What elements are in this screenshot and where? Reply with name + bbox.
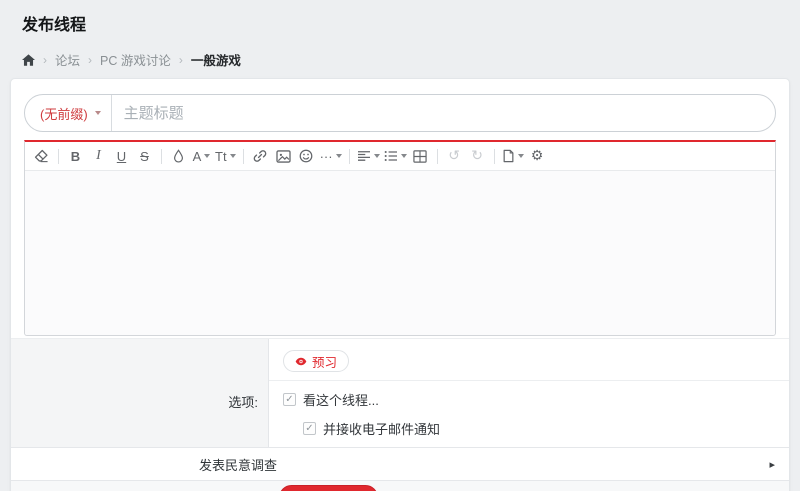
strikethrough-button[interactable]: S	[133, 145, 156, 168]
email-notify-option: 并接收电子邮件通知	[303, 419, 775, 438]
breadcrumb-separator: ›	[179, 53, 183, 67]
toolbar-separator	[243, 149, 244, 164]
preview-row-label-cell	[11, 339, 269, 380]
breadcrumb-item-general-games[interactable]: 一般游戏	[191, 50, 241, 69]
italic-button[interactable]: I	[87, 145, 110, 168]
chevron-right-icon: ▸	[769, 458, 775, 471]
breadcrumb-item-forums[interactable]: 论坛	[55, 50, 80, 69]
options-row: 选项: 看这个线程... 并接收电子邮件通知	[11, 380, 789, 447]
email-notify-label[interactable]: 并接收电子邮件通知	[323, 419, 440, 438]
toolbar-separator	[58, 149, 59, 164]
page-title: 发布线程	[22, 11, 778, 35]
options-main-cell: 看这个线程... 并接收电子邮件通知	[269, 380, 789, 447]
drafts-button[interactable]	[500, 145, 526, 168]
preview-link[interactable]: 预习	[390, 488, 433, 491]
watch-thread-label[interactable]: 看这个线程...	[303, 390, 379, 409]
home-icon[interactable]	[22, 54, 35, 66]
insert-table-button[interactable]	[409, 145, 432, 168]
chevron-down-icon	[95, 111, 101, 115]
preview-row: 预习	[11, 339, 789, 380]
rich-text-editor: B I U S A Tt	[24, 140, 776, 336]
page-header: 发布线程 › 论坛 › PC 游戏讨论 › 一般游戏	[0, 0, 800, 69]
undo-button[interactable]: ↺	[443, 145, 466, 168]
prefix-dropdown-label: (无前缀)	[40, 104, 88, 123]
drafts-icon	[502, 149, 515, 163]
editor-toolbar: B I U S A Tt	[25, 142, 775, 171]
bullet-list-icon	[384, 150, 398, 162]
preview-button[interactable]: 预习	[283, 350, 349, 372]
breadcrumb-separator: ›	[88, 53, 92, 67]
post-thread-button[interactable]: 发布线程	[279, 485, 378, 491]
thread-title-row: (无前缀)	[24, 94, 776, 132]
insert-image-button[interactable]	[272, 145, 295, 168]
form-rows: 预习 选项: 看这个线程... 并接收电子邮件通知 发表民意调查 ▸	[11, 338, 789, 491]
preview-row-main-cell: 预习	[269, 339, 789, 380]
list-button[interactable]	[382, 145, 409, 168]
submit-row: 发布线程 预习	[11, 481, 789, 491]
image-icon	[276, 150, 291, 163]
text-size-button[interactable]: Tt	[213, 145, 238, 168]
post-thread-card: (无前缀) B I U S A	[10, 78, 790, 491]
toolbar-separator	[437, 149, 438, 164]
preview-link-label: 预习	[407, 488, 433, 491]
more-options-button[interactable]: ···	[318, 145, 344, 168]
chevron-down-icon	[336, 154, 342, 158]
post-poll-label: 发表民意调查	[199, 455, 277, 474]
post-poll-toggle[interactable]: 发表民意调查 ▸	[11, 447, 789, 481]
preview-button-label: 预习	[312, 352, 337, 371]
redo-button[interactable]: ↻	[466, 145, 489, 168]
smiley-icon	[299, 149, 313, 163]
insert-link-button[interactable]	[249, 145, 272, 168]
breadcrumb-separator: ›	[43, 53, 47, 67]
email-notify-checkbox[interactable]	[303, 422, 316, 435]
redo-icon: ↻	[471, 148, 483, 164]
remove-format-button[interactable]	[30, 145, 53, 168]
prefix-dropdown[interactable]: (无前缀)	[25, 95, 112, 131]
gear-icon: ⚙	[531, 148, 544, 164]
toolbar-separator	[494, 149, 495, 164]
thread-title-input[interactable]	[112, 95, 775, 131]
breadcrumb-item-pc-games[interactable]: PC 游戏讨论	[100, 50, 171, 69]
toolbar-separator	[349, 149, 350, 164]
bold-button[interactable]: B	[64, 145, 87, 168]
chevron-down-icon	[518, 154, 524, 158]
post-thread-button-label: 发布线程	[311, 488, 363, 491]
options-label: 选项:	[11, 380, 269, 447]
text-color-button[interactable]	[167, 145, 190, 168]
underline-button[interactable]: U	[110, 145, 133, 168]
chevron-down-icon	[204, 154, 210, 158]
align-left-icon	[357, 150, 371, 162]
chevron-down-icon	[230, 154, 236, 158]
chevron-down-icon	[374, 154, 380, 158]
font-family-button[interactable]: A	[190, 145, 213, 168]
breadcrumb: › 论坛 › PC 游戏讨论 › 一般游戏	[22, 50, 778, 69]
eraser-icon	[34, 149, 49, 163]
table-icon	[413, 150, 427, 163]
smilies-button[interactable]	[295, 145, 318, 168]
watch-thread-option: 看这个线程...	[283, 390, 775, 409]
chevron-down-icon	[401, 154, 407, 158]
undo-icon: ↺	[448, 148, 460, 164]
link-icon	[253, 149, 267, 163]
eye-icon	[295, 356, 307, 367]
toolbar-separator	[161, 149, 162, 164]
droplet-icon	[172, 149, 185, 163]
ellipsis-icon: ···	[320, 149, 333, 164]
watch-thread-checkbox[interactable]	[283, 393, 296, 406]
editor-settings-button[interactable]: ⚙	[526, 145, 549, 168]
alignment-button[interactable]	[355, 145, 382, 168]
editor-body[interactable]	[25, 171, 775, 335]
